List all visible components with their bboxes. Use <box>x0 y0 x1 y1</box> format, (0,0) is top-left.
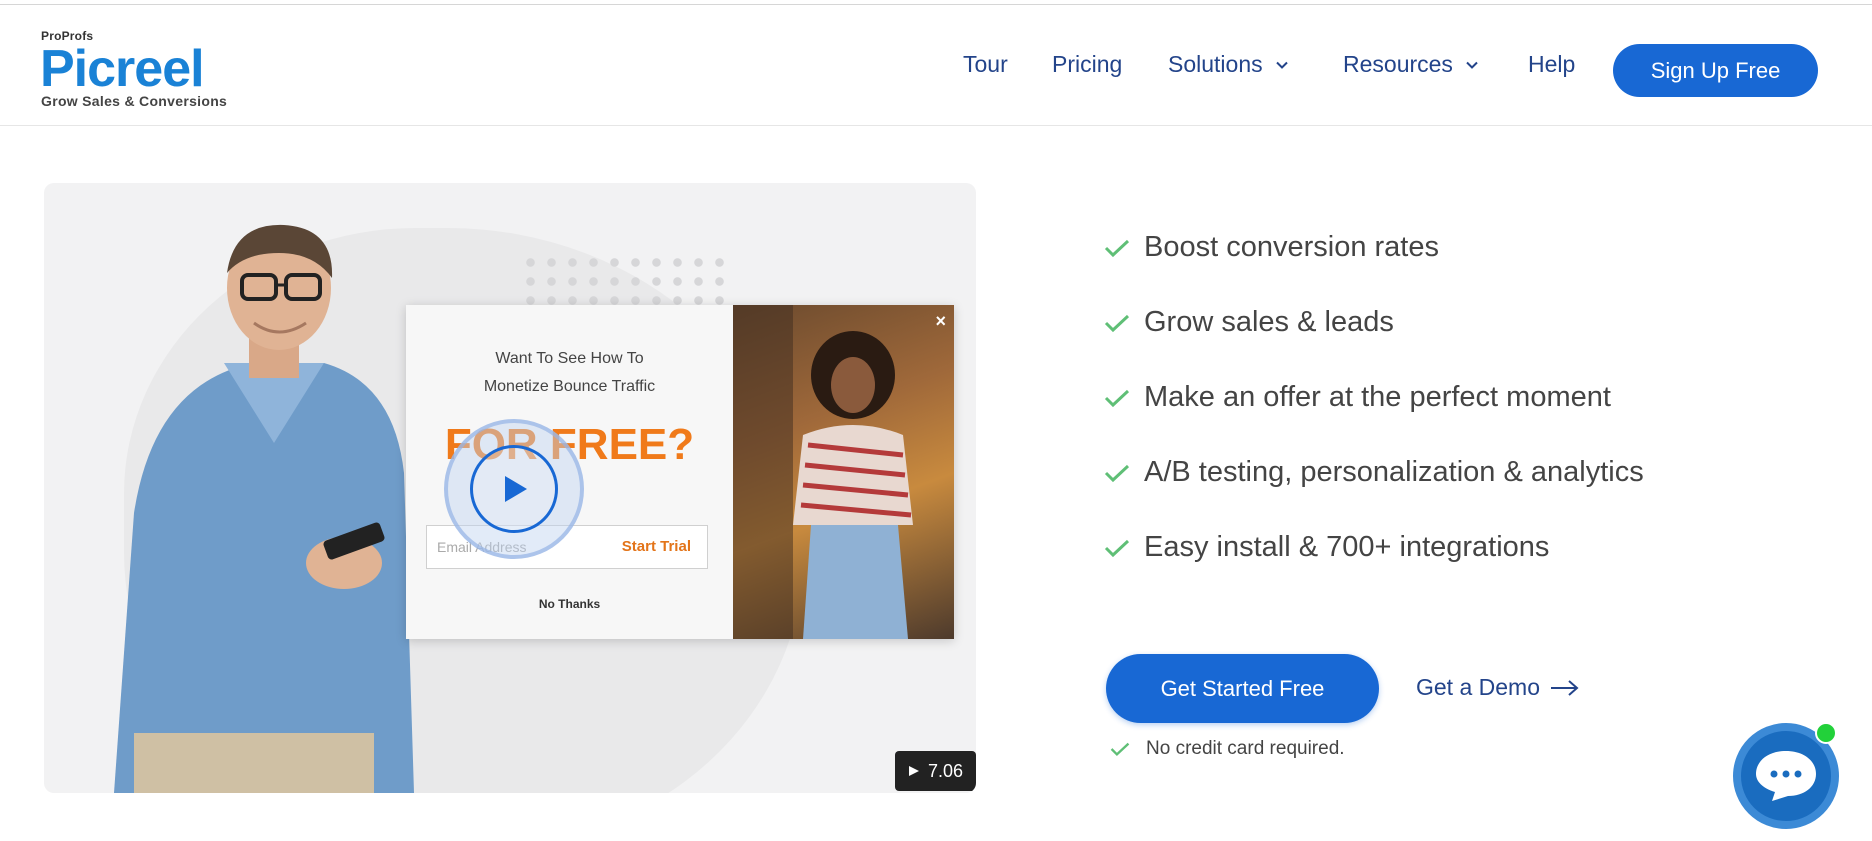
check-icon <box>1104 539 1130 557</box>
woman-photo: × <box>733 305 954 639</box>
feature-text: Grow sales & leads <box>1144 306 1394 338</box>
feature-text: Easy install & 700+ integrations <box>1144 531 1550 563</box>
get-demo-link[interactable]: Get a Demo <box>1416 674 1580 701</box>
play-icon <box>505 476 527 502</box>
check-icon <box>1104 389 1130 407</box>
check-icon <box>1104 314 1130 332</box>
popup-no-thanks: No Thanks <box>538 597 601 611</box>
feature-text: A/B testing, personalization & analytics <box>1144 456 1644 488</box>
close-icon: × <box>935 311 946 331</box>
chat-icon <box>1756 751 1816 801</box>
feature-text: Boost conversion rates <box>1144 231 1439 263</box>
demo-video[interactable]: Want To See How To Monetize Bounce Traff… <box>44 183 976 793</box>
popup-heading-line2: Monetize Bounce Traffic <box>483 378 656 395</box>
check-icon <box>1104 239 1130 257</box>
site-header: ProProfs Picreel Grow Sales & Conversion… <box>0 5 1872 126</box>
dot-pattern <box>520 253 730 313</box>
arrow-right-icon <box>1551 679 1579 696</box>
feature-item: Grow sales & leads <box>1104 306 1394 339</box>
video-duration: 7.06 <box>927 760 964 781</box>
nav-tour[interactable]: Tour <box>963 51 1008 78</box>
check-icon <box>1110 742 1130 756</box>
feature-item: Make an offer at the perfect moment <box>1104 381 1611 414</box>
nav-pricing[interactable]: Pricing <box>1052 51 1122 78</box>
sign-up-button[interactable]: Sign Up Free <box>1613 44 1818 97</box>
video-duration-badge[interactable]: 7.06 <box>895 751 976 791</box>
nav-solutions[interactable]: Solutions <box>1168 51 1289 78</box>
popup-heading-line1: Want To See How To <box>495 350 644 367</box>
logo-wordmark: Picreel <box>40 40 205 98</box>
woman-illustration <box>733 305 913 639</box>
nav-help-label: Help <box>1528 51 1576 77</box>
get-demo-label: Get a Demo <box>1416 674 1540 700</box>
picreel-logo[interactable]: ProProfs Picreel Grow Sales & Conversion… <box>40 29 240 109</box>
chevron-down-icon <box>1466 61 1478 69</box>
check-icon <box>1104 464 1130 482</box>
nav-solutions-label: Solutions <box>1168 51 1263 77</box>
play-icon <box>908 766 919 776</box>
nav-help[interactable]: Help <box>1528 51 1575 78</box>
feature-item: Easy install & 700+ integrations <box>1104 531 1549 564</box>
popup-heading: Want To See How To Monetize Bounce Traff… <box>406 345 733 401</box>
feature-item: A/B testing, personalization & analytics <box>1104 456 1644 489</box>
play-button[interactable] <box>444 419 584 559</box>
logo-tagline: Grow Sales & Conversions <box>41 93 228 109</box>
nav-resources[interactable]: Resources <box>1343 51 1479 78</box>
popup-start-trial: Start Trial <box>621 538 691 555</box>
nav-pricing-label: Pricing <box>1052 51 1123 77</box>
no-credit-card-text: No credit card required. <box>1146 738 1345 759</box>
play-ring <box>470 445 558 533</box>
chevron-down-icon <box>1275 61 1288 69</box>
online-status-dot <box>1815 722 1837 744</box>
get-started-button[interactable]: Get Started Free <box>1106 654 1379 723</box>
feature-text: Make an offer at the perfect moment <box>1144 381 1611 413</box>
nav-resources-label: Resources <box>1343 51 1453 77</box>
nav-tour-label: Tour <box>963 51 1008 77</box>
no-credit-card-note: No credit card required. <box>1110 738 1345 760</box>
feature-item: Boost conversion rates <box>1104 231 1439 264</box>
